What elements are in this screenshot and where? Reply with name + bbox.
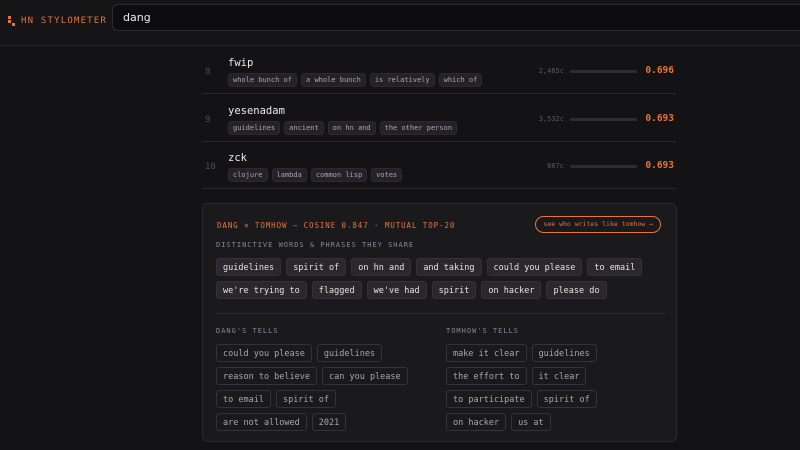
shared-phrase-chip: we're trying to [216, 281, 307, 299]
shared-phrase-chip: spirit [431, 281, 477, 299]
result-row[interactable]: 9 yesenadam guidelines ancient on hn and… [202, 95, 676, 142]
result-score: 0.693 [645, 160, 674, 171]
comparison-heading: DANG × TOMHOW — COSINE 0.847 · MUTUAL TO… [217, 221, 456, 230]
result-score: 0.693 [645, 113, 674, 124]
shared-phrase-chip: and taking [416, 258, 482, 276]
brand: HN STYLOMETER [8, 16, 107, 26]
result-char-count: 2,465c [538, 67, 564, 75]
result-username[interactable]: fwip [228, 57, 253, 69]
result-char-count: 3,532c [538, 115, 564, 123]
shared-phrase-chip: to email [587, 258, 643, 276]
result-similarity-bar [570, 118, 637, 121]
result-tag: the other person [379, 121, 458, 135]
tell-chip: can you please [322, 367, 408, 385]
brand-name: HN STYLOMETER [21, 16, 108, 26]
result-tag: on hn and [327, 121, 376, 135]
result-tag: ancient [284, 121, 324, 135]
tell-chip: to email [216, 390, 271, 408]
result-tag: votes [371, 168, 403, 182]
shared-phrase-chip: could you please [486, 258, 583, 276]
tell-chip: spirit of [275, 390, 337, 408]
tell-chip: on hacker [446, 413, 507, 431]
shared-phrase-chip: on hn and [351, 258, 412, 276]
shared-phrase-chip: spirit of [286, 258, 347, 276]
right-tells-label: TOMHOW'S TELLS [446, 327, 520, 335]
tell-chip: the effort to [446, 367, 527, 385]
result-tag: common lisp [310, 168, 368, 182]
tell-chip: spirit of [536, 390, 597, 408]
result-tag: whole bunch of [228, 73, 298, 87]
result-rank: 10 [205, 162, 216, 172]
logo-icon [8, 16, 15, 26]
result-username[interactable]: yesenadam [228, 105, 285, 117]
result-tag: is relatively [369, 73, 435, 87]
result-score: 0.696 [645, 65, 674, 76]
tell-chip: could you please [216, 344, 312, 362]
see-who-writes-like-button[interactable]: see who writes like tomhow → [535, 216, 661, 233]
tell-chip: are not allowed [216, 413, 307, 431]
tell-chip: to participate [446, 390, 532, 408]
right-tells: make it clear guidelines the effort to i… [446, 344, 661, 431]
shared-phrase-chip: guidelines [216, 258, 282, 276]
result-similarity-bar [570, 70, 637, 73]
top-bar: HN STYLOMETER [0, 0, 800, 46]
result-tag: which of [438, 73, 483, 87]
result-rank: 8 [205, 67, 211, 77]
tell-chip: guidelines [531, 344, 597, 362]
result-similarity-bar [570, 165, 637, 168]
tell-chip: us at [511, 413, 551, 431]
shared-phrase-chip: we've had [366, 281, 427, 299]
shared-phrases-label: DISTINCTIVE WORDS & PHRASES THEY SHARE [216, 241, 415, 249]
result-username[interactable]: zck [228, 152, 247, 164]
tell-chip: reason to believe [216, 367, 317, 385]
result-rank: 9 [205, 115, 211, 125]
result-tag: lambda [271, 168, 307, 182]
result-tags: guidelines ancient on hn and the other p… [228, 121, 458, 135]
section-divider [216, 313, 665, 314]
result-row[interactable]: 8 fwip whole bunch of a whole bunch is r… [202, 47, 676, 94]
left-tells-label: DANG'S TELLS [216, 327, 279, 335]
shared-phrase-chip: on hacker [481, 281, 542, 299]
tell-chip: 2021 [311, 413, 347, 431]
tell-chip: guidelines [316, 344, 383, 362]
result-tag: clojure [228, 168, 268, 182]
shared-phrase-chip: please do [546, 281, 607, 299]
left-tells: could you please guidelines reason to be… [216, 344, 431, 431]
result-row[interactable]: 10 zck clojure lambda common lisp votes … [202, 142, 676, 189]
search-input[interactable] [112, 4, 800, 31]
result-tag: guidelines [228, 121, 281, 135]
result-char-count: 867c [547, 162, 564, 170]
result-tags: clojure lambda common lisp votes [228, 168, 403, 182]
tell-chip: it clear [531, 367, 587, 385]
shared-phrases: guidelines spirit of on hn and and takin… [216, 258, 656, 299]
tell-chip: make it clear [446, 344, 527, 362]
result-tags: whole bunch of a whole bunch is relative… [228, 73, 483, 87]
shared-phrase-chip: flagged [311, 281, 362, 299]
result-tag: a whole bunch [301, 73, 366, 87]
